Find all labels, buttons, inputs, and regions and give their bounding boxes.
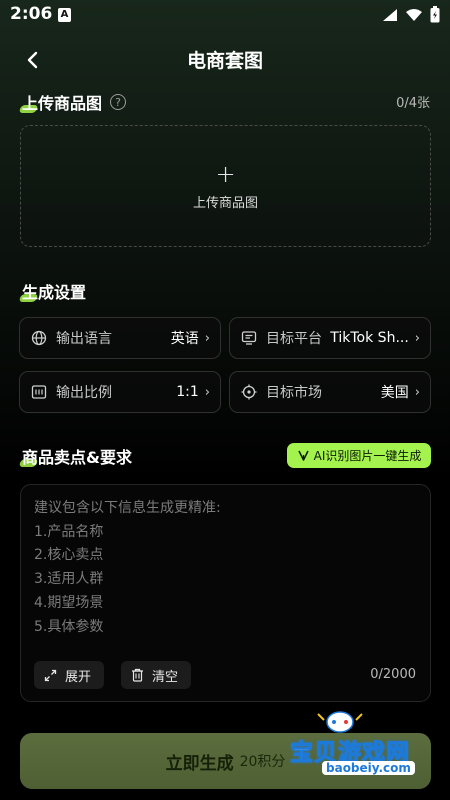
settings-section-title: 生成设置	[22, 279, 86, 303]
setting-output-ratio[interactable]: 输出比例 1:1 ›	[19, 371, 221, 413]
setting-label: 输出语言	[56, 331, 112, 347]
setting-output-language[interactable]: 输出语言 英语 ›	[19, 317, 221, 359]
sparkle-icon	[297, 450, 309, 461]
status-time: 2:06	[10, 4, 53, 24]
expand-button[interactable]: 展开	[34, 661, 104, 689]
setting-label: 目标平台	[266, 331, 322, 347]
notification-icon: A	[58, 8, 71, 22]
watermark-url: baobeiy.com	[322, 761, 415, 775]
setting-value: 英语	[170, 331, 199, 347]
monitor-icon	[240, 329, 258, 347]
chevron-right-icon: ›	[204, 330, 210, 346]
chevron-right-icon: ›	[204, 384, 210, 400]
setting-label: 输出比例	[56, 385, 112, 401]
page-title: 电商套图	[186, 50, 263, 72]
upload-area[interactable]: + 上传商品图	[20, 125, 431, 247]
generate-label: 立即生成	[165, 753, 234, 774]
signal-icon	[383, 8, 397, 21]
ai-button-label: AI识别图片一键生成	[313, 449, 422, 463]
chevron-right-icon: ›	[414, 330, 420, 346]
wifi-icon	[406, 8, 422, 21]
setting-value: 美国	[380, 385, 409, 401]
char-counter: 0/2000	[370, 667, 416, 682]
textarea-placeholder: 建议包含以下信息生成更精准: 1.产品名称 2.核心卖点 3.适用人群 4.期望…	[34, 500, 221, 635]
upload-title-text: 上传商品图	[22, 90, 102, 114]
upload-count: 0/4张	[396, 96, 430, 111]
help-icon[interactable]: ?	[110, 94, 127, 110]
expand-label: 展开	[65, 669, 92, 685]
settings-title-text: 生成设置	[22, 279, 86, 303]
trash-icon	[132, 668, 143, 682]
selling-section-title: 商品卖点&要求	[22, 444, 132, 468]
setting-value: TikTok Sh...	[330, 330, 409, 346]
setting-target-platform[interactable]: 目标平台 TikTok Sh... ›	[229, 317, 431, 359]
clear-label: 清空	[152, 669, 179, 685]
ai-generate-button[interactable]: AI识别图片一键生成	[287, 443, 431, 468]
expand-icon	[44, 669, 57, 681]
setting-target-market[interactable]: 目标市场 美国 ›	[229, 371, 431, 413]
setting-label: 目标市场	[266, 385, 322, 401]
upload-label: 上传商品图	[192, 195, 258, 211]
globe-icon	[30, 329, 48, 347]
clear-button[interactable]: 清空	[121, 661, 191, 689]
upload-section-title: 上传商品图 ?	[22, 90, 127, 114]
target-icon	[240, 383, 258, 401]
setting-value: 1:1	[176, 384, 199, 400]
status-icons	[382, 6, 440, 23]
ratio-icon	[30, 383, 48, 401]
battery-icon	[430, 6, 440, 23]
chevron-right-icon: ›	[414, 384, 420, 400]
plus-icon: +	[215, 159, 236, 188]
selling-title-text: 商品卖点&要求	[22, 444, 132, 468]
